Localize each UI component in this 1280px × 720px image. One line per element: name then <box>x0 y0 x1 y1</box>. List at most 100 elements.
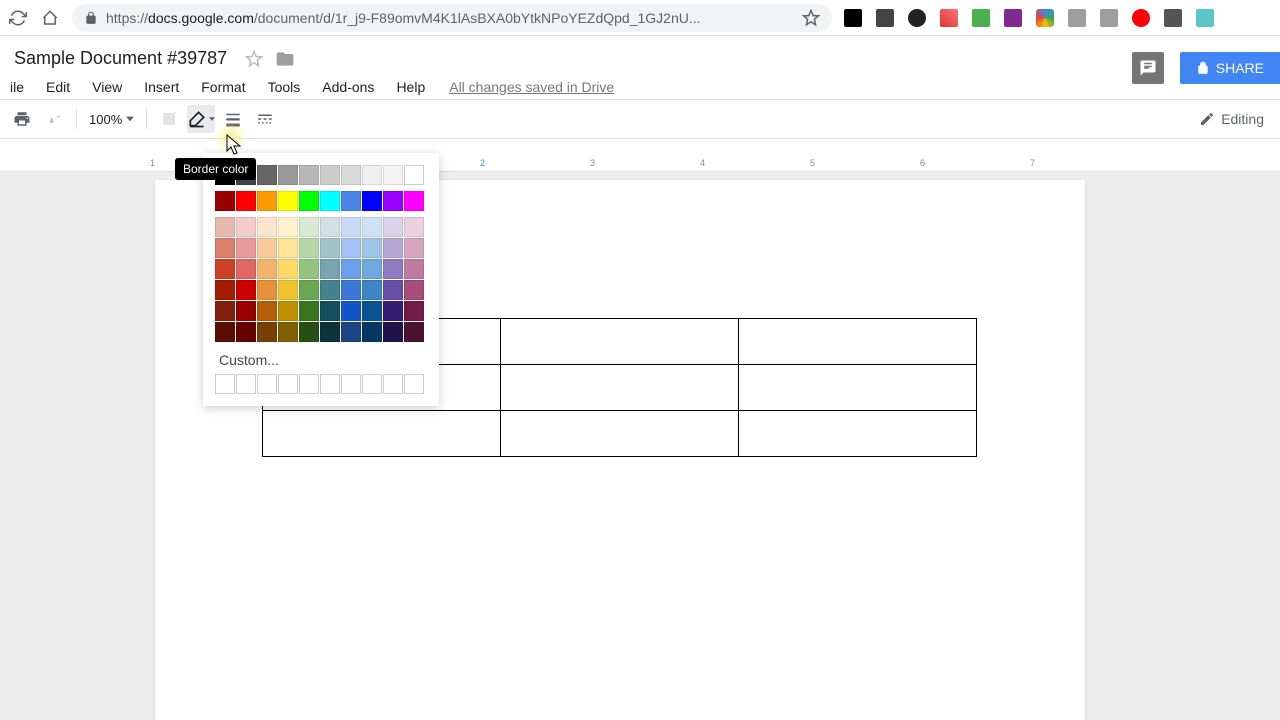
color-swatch[interactable] <box>320 259 340 279</box>
color-swatch[interactable] <box>404 301 424 321</box>
color-swatch[interactable] <box>383 374 403 394</box>
color-swatch[interactable] <box>236 280 256 300</box>
color-swatch[interactable] <box>320 165 340 185</box>
table-cell[interactable] <box>739 411 977 457</box>
color-swatch[interactable] <box>278 191 298 211</box>
table-cell[interactable] <box>739 365 977 411</box>
color-swatch[interactable] <box>278 280 298 300</box>
color-swatch[interactable] <box>341 165 361 185</box>
ext-icon-11[interactable] <box>1164 9 1182 27</box>
color-swatch[interactable] <box>278 322 298 342</box>
color-swatch[interactable] <box>215 322 235 342</box>
color-swatch[interactable] <box>299 280 319 300</box>
color-swatch[interactable] <box>236 301 256 321</box>
color-swatch[interactable] <box>341 191 361 211</box>
color-swatch[interactable] <box>299 259 319 279</box>
color-swatch[interactable] <box>383 301 403 321</box>
spellcheck-button[interactable] <box>40 105 68 133</box>
color-swatch[interactable] <box>383 217 403 237</box>
star-icon[interactable] <box>802 9 820 27</box>
color-swatch[interactable] <box>278 374 298 394</box>
color-swatch[interactable] <box>257 238 277 258</box>
border-color-button[interactable] <box>187 105 215 133</box>
color-swatch[interactable] <box>278 165 298 185</box>
menu-file[interactable]: ile <box>8 75 34 99</box>
menu-view[interactable]: View <box>82 75 132 99</box>
ext-icon-12[interactable] <box>1196 9 1214 27</box>
color-swatch[interactable] <box>236 217 256 237</box>
color-swatch[interactable] <box>320 322 340 342</box>
color-swatch[interactable] <box>404 165 424 185</box>
color-swatch[interactable] <box>320 301 340 321</box>
menu-insert[interactable]: Insert <box>134 75 189 99</box>
color-swatch[interactable] <box>404 217 424 237</box>
color-swatch[interactable] <box>404 322 424 342</box>
color-swatch[interactable] <box>257 374 277 394</box>
color-swatch[interactable] <box>383 280 403 300</box>
color-swatch[interactable] <box>278 301 298 321</box>
menu-format[interactable]: Format <box>191 75 255 99</box>
color-swatch[interactable] <box>341 280 361 300</box>
star-icon[interactable] <box>245 50 263 68</box>
color-swatch[interactable] <box>362 374 382 394</box>
color-swatch[interactable] <box>257 217 277 237</box>
zoom-select[interactable]: 100% <box>85 110 138 129</box>
color-swatch[interactable] <box>362 259 382 279</box>
color-swatch[interactable] <box>257 322 277 342</box>
color-swatch[interactable] <box>383 191 403 211</box>
table-cell[interactable] <box>263 411 501 457</box>
color-swatch[interactable] <box>299 301 319 321</box>
color-swatch[interactable] <box>215 374 235 394</box>
color-swatch[interactable] <box>257 191 277 211</box>
address-bar[interactable]: https://docs.google.com/document/d/1r_j9… <box>72 4 832 32</box>
ext-icon-1[interactable] <box>844 9 862 27</box>
color-swatch[interactable] <box>341 301 361 321</box>
color-swatch[interactable] <box>341 259 361 279</box>
color-swatch[interactable] <box>362 191 382 211</box>
color-swatch[interactable] <box>299 191 319 211</box>
color-swatch[interactable] <box>215 280 235 300</box>
border-width-button[interactable] <box>219 105 247 133</box>
color-swatch[interactable] <box>362 280 382 300</box>
ext-icon-10[interactable] <box>1132 9 1150 27</box>
table-cell[interactable] <box>501 319 739 365</box>
ext-icon-6[interactable] <box>1004 9 1022 27</box>
ext-icon-4[interactable] <box>940 9 958 27</box>
menu-help[interactable]: Help <box>386 75 435 99</box>
color-swatch[interactable] <box>320 280 340 300</box>
color-swatch[interactable] <box>362 165 382 185</box>
color-swatch[interactable] <box>341 238 361 258</box>
color-swatch[interactable] <box>362 301 382 321</box>
color-swatch[interactable] <box>236 259 256 279</box>
color-swatch[interactable] <box>320 191 340 211</box>
color-swatch[interactable] <box>383 238 403 258</box>
color-swatch[interactable] <box>404 238 424 258</box>
color-swatch[interactable] <box>236 322 256 342</box>
comments-button[interactable] <box>1132 52 1164 84</box>
editing-mode[interactable]: Editing <box>1199 111 1264 127</box>
ext-icon-8[interactable] <box>1068 9 1086 27</box>
menu-addons[interactable]: Add-ons <box>312 75 384 99</box>
color-swatch[interactable] <box>278 217 298 237</box>
color-swatch[interactable] <box>362 238 382 258</box>
color-swatch[interactable] <box>215 238 235 258</box>
color-swatch[interactable] <box>383 259 403 279</box>
ext-icon-9[interactable] <box>1100 9 1118 27</box>
color-swatch[interactable] <box>320 374 340 394</box>
print-button[interactable] <box>8 105 36 133</box>
share-button[interactable]: SHARE <box>1180 52 1280 84</box>
color-swatch[interactable] <box>341 217 361 237</box>
save-status[interactable]: All changes saved in Drive <box>449 79 614 95</box>
color-swatch[interactable] <box>257 259 277 279</box>
color-swatch[interactable] <box>299 374 319 394</box>
color-swatch[interactable] <box>341 322 361 342</box>
color-swatch[interactable] <box>215 301 235 321</box>
document-title[interactable]: Sample Document #39787 <box>8 44 233 73</box>
color-swatch[interactable] <box>383 322 403 342</box>
fill-color-button[interactable] <box>155 105 183 133</box>
color-swatch[interactable] <box>236 238 256 258</box>
color-swatch[interactable] <box>257 165 277 185</box>
color-swatch[interactable] <box>299 238 319 258</box>
color-swatch[interactable] <box>404 280 424 300</box>
reload-icon[interactable] <box>8 8 28 28</box>
